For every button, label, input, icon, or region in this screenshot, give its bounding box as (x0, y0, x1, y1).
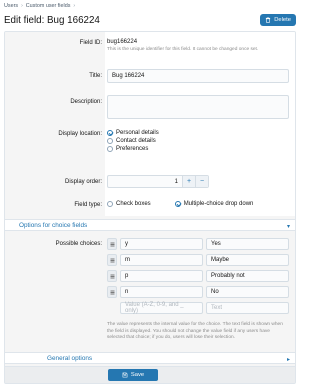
display-location-row: Display location: Personal details Conta… (5, 130, 295, 164)
field-id-hint: This is the unique identifier for this f… (107, 47, 259, 52)
display-order-input[interactable]: 1 (108, 176, 182, 187)
radio-label: Contact details (116, 138, 156, 144)
radio-check-boxes[interactable]: Check boxes (107, 201, 151, 207)
page-title: Edit field: Bug 166224 (4, 14, 100, 26)
save-icon (122, 372, 128, 378)
choice-text-input[interactable]: Maybe (206, 254, 289, 266)
delete-label: Delete (274, 17, 291, 23)
display-order-stepper: 1 + − (107, 175, 209, 188)
title-row: Title: Bug 166224 (5, 69, 295, 85)
choice-value-input[interactable]: y (120, 238, 203, 250)
chevron-right-icon: ▸ (286, 357, 290, 363)
trash-icon (266, 17, 271, 23)
drag-handle-icon[interactable] (107, 286, 117, 298)
breadcrumb-custom-user-fields[interactable]: Custom user fields (26, 3, 71, 9)
display-order-label: Display order: (64, 179, 102, 185)
general-options-section-header[interactable]: General options ▸ (5, 352, 295, 364)
radio-label: Personal details (116, 130, 159, 136)
choice-text-input[interactable]: Yes (206, 238, 289, 250)
choice-text-input[interactable]: No (206, 286, 289, 298)
choice-value-input[interactable]: m (120, 254, 203, 266)
title-input[interactable]: Bug 166224 (107, 69, 289, 83)
section-title: General options (47, 354, 93, 362)
drag-handle-icon[interactable] (107, 270, 117, 282)
drag-handle-icon[interactable] (107, 238, 117, 250)
delete-button[interactable]: Delete (260, 14, 296, 26)
choice-row: y Yes (107, 238, 289, 250)
form-submit-row: Save (5, 366, 295, 383)
radio-unchecked-icon (107, 146, 113, 152)
edit-field-form: Field ID: bug166224 This is the unique i… (4, 31, 296, 384)
display-location-label: Display location: (58, 131, 102, 137)
drag-handle-icon[interactable] (107, 254, 117, 266)
title-row: Edit field: Bug 166224 Delete (4, 12, 296, 28)
radio-contact-details[interactable]: Contact details (107, 138, 289, 144)
breadcrumb-users[interactable]: Users (4, 3, 18, 9)
decrement-button[interactable]: − (195, 176, 208, 187)
save-button[interactable]: Save (108, 369, 158, 381)
section-title: Options for choice fields (19, 221, 88, 229)
chevron-right-icon: › (21, 3, 23, 9)
radio-label: Preferences (116, 146, 149, 152)
save-label: Save (130, 372, 145, 378)
display-order-row: Display order: 1 + − (5, 175, 295, 189)
radio-label: Multiple-choice drop down (183, 201, 254, 207)
radio-personal-details[interactable]: Personal details (107, 130, 289, 136)
chevron-right-icon: › (73, 3, 76, 9)
radio-multiple-choice-drop-down[interactable]: Multiple-choice drop down (174, 201, 254, 207)
description-label: Description: (70, 99, 102, 105)
chevron-down-icon: ▾ (286, 224, 290, 230)
new-choice-row: Value (A-Z, 0-9, and _ only) Text (120, 302, 289, 314)
field-type-label: Field type: (74, 202, 102, 208)
new-choice-text-input[interactable]: Text (206, 302, 289, 314)
possible-choices-label: Possible choices: (55, 241, 102, 247)
radio-preferences[interactable]: Preferences (107, 146, 289, 152)
field-id-value: bug166224 (107, 39, 138, 45)
radio-unchecked-icon (107, 138, 113, 144)
radio-label: Check boxes (116, 201, 151, 207)
description-textarea[interactable] (107, 95, 289, 119)
choice-options-section-header[interactable]: Options for choice fields ▾ (5, 219, 295, 231)
possible-choices-hint: The value represents the internal value … (107, 322, 283, 340)
choice-value-input[interactable]: n (120, 286, 203, 298)
field-type-row: Field type: Check boxes Multiple-choice … (5, 201, 295, 211)
field-id-row: Field ID: bug166224 This is the unique i… (5, 38, 295, 62)
field-id-label: Field ID: (79, 40, 102, 46)
radio-checked-icon (107, 130, 113, 136)
choice-row: n No (107, 286, 289, 298)
title-label: Title: (89, 73, 102, 79)
breadcrumb: Users › Custom user fields › (4, 3, 75, 9)
choice-text-input[interactable]: Probably not (206, 270, 289, 282)
radio-checked-icon (174, 201, 181, 207)
choice-row: m Maybe (107, 254, 289, 266)
new-choice-value-input[interactable]: Value (A-Z, 0-9, and _ only) (120, 302, 203, 314)
choice-value-input[interactable]: p (120, 270, 203, 282)
description-row: Description: (5, 95, 295, 121)
radio-unchecked-icon (107, 201, 113, 207)
increment-button[interactable]: + (182, 176, 195, 187)
choice-row: p Probably not (107, 270, 289, 282)
